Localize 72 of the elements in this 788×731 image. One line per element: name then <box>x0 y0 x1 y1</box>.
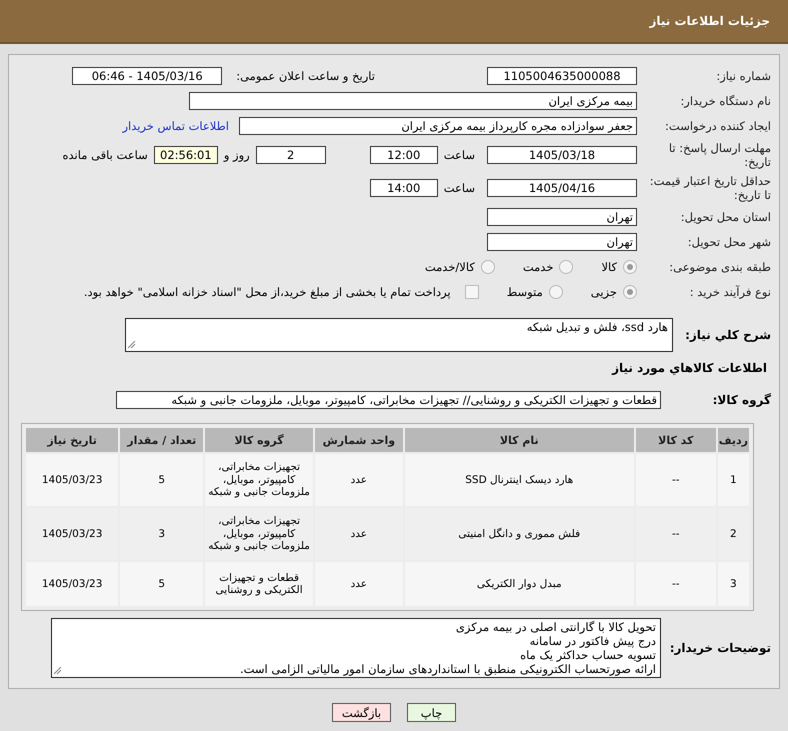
radio-button[interactable] <box>548 285 563 299</box>
table-cell: 1405/03/23 <box>26 454 118 506</box>
table-cell: -- <box>636 454 716 506</box>
field-label: ساعت <box>444 148 475 162</box>
field-label: شهر محل تحویل: <box>686 235 771 249</box>
field-label: تاریخ و ساعت اعلان عمومی: <box>236 69 375 83</box>
table-cell: -- <box>636 562 716 606</box>
section-heading: اطلاعات کالاهاي مورد نياز <box>610 361 767 375</box>
resize-grip-icon <box>128 341 136 349</box>
field-label: گروه کالا: <box>712 393 771 407</box>
field-label: نوع فرآیند خرید : <box>688 285 771 299</box>
table-cell: مبدل دوار الکتریکی <box>404 562 634 606</box>
contact-link[interactable]: اطلاعات تماس خریدار <box>122 119 229 133</box>
table-cell: 1405/03/23 <box>26 562 118 606</box>
radio-label: کالا <box>601 260 617 274</box>
field-label: روز و <box>224 148 250 162</box>
field-label: شرح کلي نياز: <box>684 328 771 342</box>
radio-button[interactable] <box>559 260 574 274</box>
radio-button[interactable] <box>623 285 637 299</box>
table-cell: عدد <box>314 454 403 506</box>
province-field: تهران <box>487 208 637 226</box>
remaining-time-field: 02:56:01 <box>154 146 218 164</box>
radio-label: کالا/خدمت <box>424 260 475 274</box>
deadline-time-field: 12:00 <box>370 146 438 164</box>
radio-label: خدمت <box>522 260 554 274</box>
field-label: شماره نیاز: <box>715 69 771 83</box>
validity-time-field: 14:00 <box>370 179 438 197</box>
radio-label: متوسط <box>506 285 543 299</box>
column-header: تعداد / مقدار <box>120 428 204 452</box>
table-cell: 5 <box>120 454 204 506</box>
print-button[interactable]: چاپ <box>407 703 456 722</box>
need-number-field: 1105004635000088 <box>487 67 637 85</box>
field-label: استان محل تحویل: <box>680 210 771 224</box>
radio-button[interactable] <box>480 260 495 274</box>
column-header: واحد شمارش <box>314 428 403 452</box>
deadline-date-field: 1405/03/18 <box>487 146 637 164</box>
column-header: ردیف <box>718 428 749 452</box>
page-title: جزئیات اطلاعات نیاز <box>649 14 770 28</box>
field-label: توضیحات خریدار: <box>668 641 771 655</box>
radio-button[interactable] <box>623 260 637 274</box>
field-label: نام دستگاه خریدار: <box>679 94 771 108</box>
goods-group-field: قطعات و تجهیزات الکتریکی و روشنایی// تجهیزات مخابراتی، کامپیوتر، موبایل، ملزومات جانبی و شبکه <box>116 391 661 409</box>
field-label: ایجاد کننده درخواست: <box>664 119 771 133</box>
field-label: ساعت <box>444 181 475 195</box>
table-cell: عدد <box>314 562 403 606</box>
column-header: تاریخ نیاز <box>26 428 118 452</box>
buyer-org-field: بیمه مرکزی ایران <box>189 92 637 110</box>
checkbox-label: پرداخت تمام یا بخشی از مبلغ خرید،از محل "اسناد خزانه اسلامی" خواهد بود. <box>84 285 451 299</box>
table-cell: هارد دیسک اینترنال SSD <box>404 454 634 506</box>
announce-date-field: 1405/03/16 - 06:46 <box>72 67 222 85</box>
days-field: 2 <box>256 146 326 164</box>
radio-label: جزیی <box>590 285 617 299</box>
column-header: گروه کالا <box>205 428 313 452</box>
table-cell: 5 <box>120 562 204 606</box>
validity-date-field: 1405/04/16 <box>487 179 637 197</box>
table-cell: 1 <box>718 454 749 506</box>
table-cell: 3 <box>718 562 749 606</box>
table-cell: قطعات و تجهیزات الکتریکی و روشنایی <box>205 562 313 606</box>
back-button[interactable]: بازگشت <box>332 703 391 722</box>
resize-grip-icon <box>54 667 62 675</box>
checkbox[interactable] <box>464 285 479 299</box>
requester-field: جعفر سوادزاده مجره کارپرداز بیمه مرکزی ایران <box>239 117 637 135</box>
description-field: هارد ssd، فلش و تبدیل شبکه <box>125 318 673 352</box>
column-header: کد کالا <box>636 428 716 452</box>
field-label: مهلت ارسال پاسخ: تا تاریخ: <box>668 141 771 169</box>
buyer-notes-field: تحویل کالا با گارانتی اصلی در بیمه مرکزی درج پیش فاکتور در سامانه تسویه حساب حداکثر یک ماه ارائه صورتحساب الکترونیکی منطبق با استانداردهای سازمان امور مالیاتی الزامی است. <box>51 618 661 678</box>
field-label: طبقه بندی موضوعی: <box>668 260 771 274</box>
city-field: تهران <box>487 233 637 251</box>
column-header: نام کالا <box>404 428 634 452</box>
field-label: ساعت باقی مانده <box>62 148 148 162</box>
field-label: حداقل تاریخ اعتبار قیمت: تا تاریخ: <box>648 174 771 202</box>
table-cell: تجهیزات مخابراتی، کامپیوتر، موبایل، ملزومات جانبی و شبکه <box>205 454 313 506</box>
